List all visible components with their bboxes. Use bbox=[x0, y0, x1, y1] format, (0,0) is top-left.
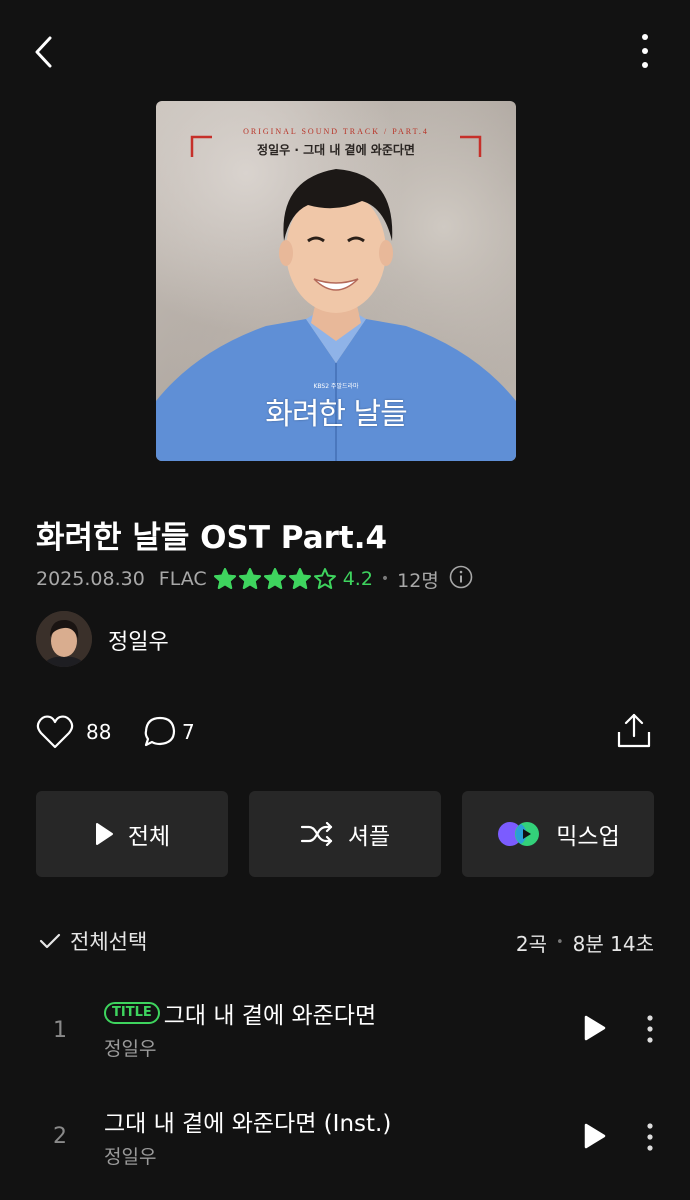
star-icon bbox=[288, 568, 311, 589]
more-vertical-icon[interactable] bbox=[640, 1122, 660, 1158]
more-vertical-icon bbox=[642, 34, 648, 68]
release-date: 2025.08.30 bbox=[36, 568, 145, 590]
mixup-label: 믹스업 bbox=[556, 824, 620, 850]
star-icon bbox=[213, 568, 236, 589]
album-title: 화려한 날들 OST Part.4 bbox=[36, 520, 388, 556]
comment-count: 7 bbox=[182, 720, 195, 744]
select-all-label: 전체선택 bbox=[70, 930, 148, 954]
track-row[interactable]: 2 그대 내 곁에 와준다면 (Inst.) 정일우 bbox=[0, 1086, 690, 1186]
rater-count: 12명 bbox=[397, 569, 439, 592]
more-options-button[interactable] bbox=[626, 30, 664, 74]
play-icon[interactable] bbox=[582, 1122, 608, 1154]
track-artist: 정일우 bbox=[104, 1146, 157, 1168]
back-button[interactable] bbox=[26, 28, 66, 76]
track-row[interactable]: 1 TITLE 그대 내 곁에 와준다면 정일우 bbox=[0, 978, 690, 1078]
mixup-button[interactable]: 믹스업 bbox=[462, 791, 654, 877]
track-count: 2곡 bbox=[515, 932, 547, 956]
track-number: 2 bbox=[53, 1124, 67, 1149]
like-count: 88 bbox=[86, 720, 112, 744]
mixup-icon bbox=[496, 821, 542, 847]
track-title-text: 그대 내 곁에 와준다면 bbox=[163, 1003, 377, 1029]
track-title-text: 그대 내 곁에 와준다면 (Inst.) bbox=[104, 1111, 392, 1137]
check-icon bbox=[39, 933, 61, 949]
track-title: 그대 내 곁에 와준다면 (Inst.) bbox=[104, 1104, 391, 1138]
shuffle-icon bbox=[300, 822, 334, 846]
play-icon bbox=[94, 822, 114, 846]
share-icon[interactable] bbox=[616, 712, 652, 754]
play-all-button[interactable]: 전체 bbox=[36, 791, 228, 877]
cover-ost-text: ORIGINAL SOUND TRACK / PART.4 bbox=[243, 127, 429, 136]
rating-stars[interactable] bbox=[213, 567, 338, 591]
comment-icon[interactable] bbox=[143, 715, 177, 753]
shuffle-label: 셔플 bbox=[347, 824, 391, 850]
heart-icon[interactable] bbox=[36, 714, 74, 754]
track-title: TITLE 그대 내 곁에 와준다면 bbox=[104, 996, 376, 1030]
track-summary: 2곡 • 8분 14초 bbox=[516, 928, 654, 957]
rating-value: 4.2 bbox=[342, 568, 373, 590]
avatar[interactable] bbox=[36, 611, 92, 667]
album-meta: 2025.08.30 FLAC 4.2 • 12명 bbox=[36, 564, 473, 594]
star-icon bbox=[238, 568, 261, 589]
cover-subtitle: 정일우 · 그대 내 곁에 와준다면 bbox=[257, 143, 415, 157]
artist-name[interactable]: 정일우 bbox=[108, 624, 169, 656]
total-duration: 8분 14초 bbox=[572, 932, 654, 956]
shuffle-button[interactable]: 셔플 bbox=[249, 791, 441, 877]
audio-format: FLAC bbox=[158, 568, 207, 590]
star-icon bbox=[263, 568, 286, 589]
track-artist: 정일우 bbox=[104, 1038, 157, 1060]
cover-drama-logo: 화려한 날들 bbox=[265, 397, 408, 432]
select-all-toggle[interactable]: 전체선택 bbox=[38, 926, 147, 956]
play-all-label: 전체 bbox=[127, 824, 171, 850]
track-number: 1 bbox=[53, 1018, 67, 1043]
more-vertical-icon[interactable] bbox=[640, 1014, 660, 1050]
album-cover[interactable]: ORIGINAL SOUND TRACK / PART.4 정일우 · 그대 내… bbox=[156, 101, 516, 461]
title-badge: TITLE bbox=[104, 1002, 160, 1024]
play-icon[interactable] bbox=[582, 1014, 608, 1046]
info-icon[interactable] bbox=[449, 565, 473, 594]
chevron-left-icon bbox=[35, 36, 52, 68]
star-icon bbox=[313, 568, 336, 589]
